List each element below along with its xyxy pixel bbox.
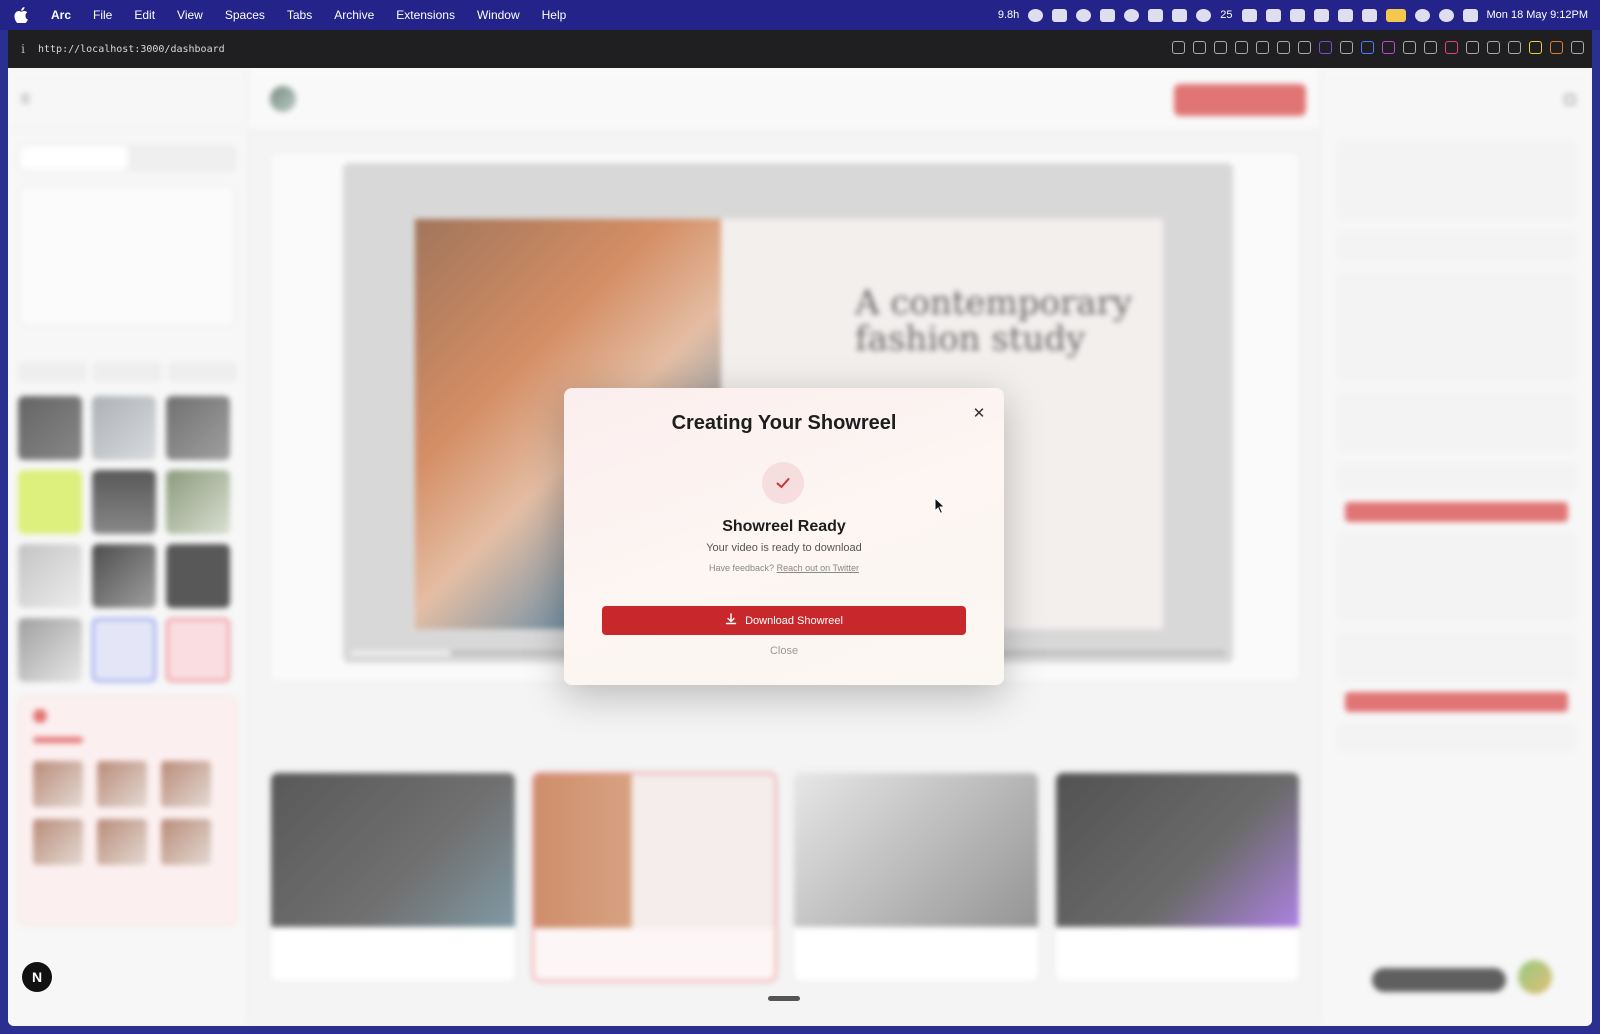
status-tray: 9.8h 25 Mon 18 May 9:12PM bbox=[998, 0, 1588, 30]
feedback-line: Have feedback? Reach out on Twitter bbox=[564, 563, 1004, 573]
extension-sun-icon[interactable] bbox=[1550, 41, 1563, 54]
github-count[interactable]: 25 bbox=[1220, 9, 1232, 21]
menu-edit[interactable]: Edit bbox=[134, 8, 155, 22]
menu-help[interactable]: Help bbox=[542, 8, 567, 22]
text-a-icon[interactable] bbox=[1361, 8, 1377, 22]
apple-icon[interactable] bbox=[12, 6, 30, 24]
extension-circle-icon[interactable] bbox=[1487, 41, 1500, 54]
s-app-icon[interactable] bbox=[1172, 8, 1188, 22]
arc-icon[interactable] bbox=[1076, 8, 1092, 22]
compass-icon[interactable] bbox=[1340, 41, 1353, 54]
nextjs-dev-badge[interactable]: N bbox=[22, 962, 52, 992]
extension-k-icon[interactable] bbox=[1466, 41, 1479, 54]
github-icon[interactable] bbox=[1196, 8, 1212, 22]
twitter-feedback-link[interactable]: Reach out on Twitter bbox=[777, 563, 859, 573]
globe-icon[interactable] bbox=[1256, 41, 1269, 54]
extension-purple-icon[interactable] bbox=[1319, 41, 1332, 54]
datetime[interactable]: Mon 18 May 9:12PM bbox=[1487, 9, 1589, 21]
extension-icons bbox=[1172, 41, 1584, 54]
menu-extensions[interactable]: Extensions bbox=[396, 8, 455, 22]
menu-spaces[interactable]: Spaces bbox=[225, 8, 265, 22]
window-icon[interactable] bbox=[1235, 41, 1248, 54]
screen-icon[interactable] bbox=[1265, 8, 1281, 22]
extension-blue-icon[interactable] bbox=[1361, 41, 1374, 54]
showreel-modal: ✕ Creating Your Showreel Showreel Ready … bbox=[564, 388, 1004, 685]
box-icon[interactable] bbox=[1052, 8, 1068, 22]
camera-icon[interactable] bbox=[1214, 41, 1227, 54]
extension-red-icon[interactable] bbox=[1445, 41, 1458, 54]
extension-pink-icon[interactable] bbox=[1382, 41, 1395, 54]
status-subtitle: Your video is ready to download bbox=[706, 542, 862, 554]
shield-icon[interactable] bbox=[1508, 41, 1521, 54]
download-showreel-button[interactable]: Download Showreel bbox=[602, 606, 966, 635]
keyboard-icon[interactable] bbox=[1337, 8, 1353, 22]
grid-icon[interactable] bbox=[1313, 8, 1329, 22]
page: ☰ A contemporary fashion study ▢ N ✕ Cre… bbox=[8, 68, 1592, 1026]
battery-time-text[interactable]: 9.8h bbox=[998, 9, 1019, 21]
modal-title: Creating Your Showreel bbox=[671, 412, 897, 434]
scroll-indicator bbox=[768, 996, 800, 1001]
extension-yellow-icon[interactable] bbox=[1529, 41, 1542, 54]
battery-icon[interactable] bbox=[1385, 8, 1406, 22]
url-bar[interactable]: http://localhost:3000/dashboard bbox=[38, 44, 225, 55]
mouse-cursor-icon bbox=[934, 497, 946, 515]
menu-tabs[interactable]: Tabs bbox=[287, 8, 312, 22]
extension-tiles-icon[interactable] bbox=[1424, 41, 1437, 54]
search-icon[interactable] bbox=[1438, 8, 1454, 22]
menu-view[interactable]: View bbox=[177, 8, 203, 22]
lightbulb-icon[interactable] bbox=[1124, 8, 1140, 22]
browser-toolbar: i http://localhost:3000/dashboard bbox=[8, 30, 1592, 68]
feedback-prefix: Have feedback? bbox=[709, 563, 775, 573]
menu-window[interactable]: Window bbox=[477, 8, 520, 22]
menu-app-name[interactable]: Arc bbox=[51, 8, 71, 22]
circle-status-icon[interactable] bbox=[1028, 8, 1044, 22]
link-icon[interactable] bbox=[1172, 41, 1185, 54]
menu-file[interactable]: File bbox=[93, 8, 112, 22]
download-icon bbox=[725, 613, 737, 628]
close-button[interactable]: Close bbox=[564, 645, 1004, 657]
sidebar-toggle-icon[interactable] bbox=[1571, 41, 1584, 54]
control-center-icon[interactable] bbox=[1462, 8, 1478, 22]
status-title: Showreel Ready bbox=[722, 518, 846, 535]
menu-bar: Arc File Edit View Spaces Tabs Archive E… bbox=[0, 0, 1600, 30]
target-icon[interactable] bbox=[1277, 41, 1290, 54]
wifi-icon[interactable] bbox=[1414, 8, 1430, 22]
notion-icon[interactable] bbox=[1289, 8, 1305, 22]
menu-archive[interactable]: Archive bbox=[334, 8, 374, 22]
notes-icon[interactable] bbox=[1241, 8, 1257, 22]
extension-cloud-icon[interactable] bbox=[1403, 41, 1416, 54]
lightning-icon[interactable] bbox=[1100, 8, 1116, 22]
checkmark-icon bbox=[762, 462, 804, 504]
download-label: Download Showreel bbox=[745, 614, 843, 627]
code-icon[interactable] bbox=[1298, 41, 1311, 54]
chart-icon[interactable] bbox=[1148, 8, 1164, 22]
info-icon[interactable]: i bbox=[8, 42, 38, 56]
capture-icon[interactable] bbox=[1193, 41, 1206, 54]
